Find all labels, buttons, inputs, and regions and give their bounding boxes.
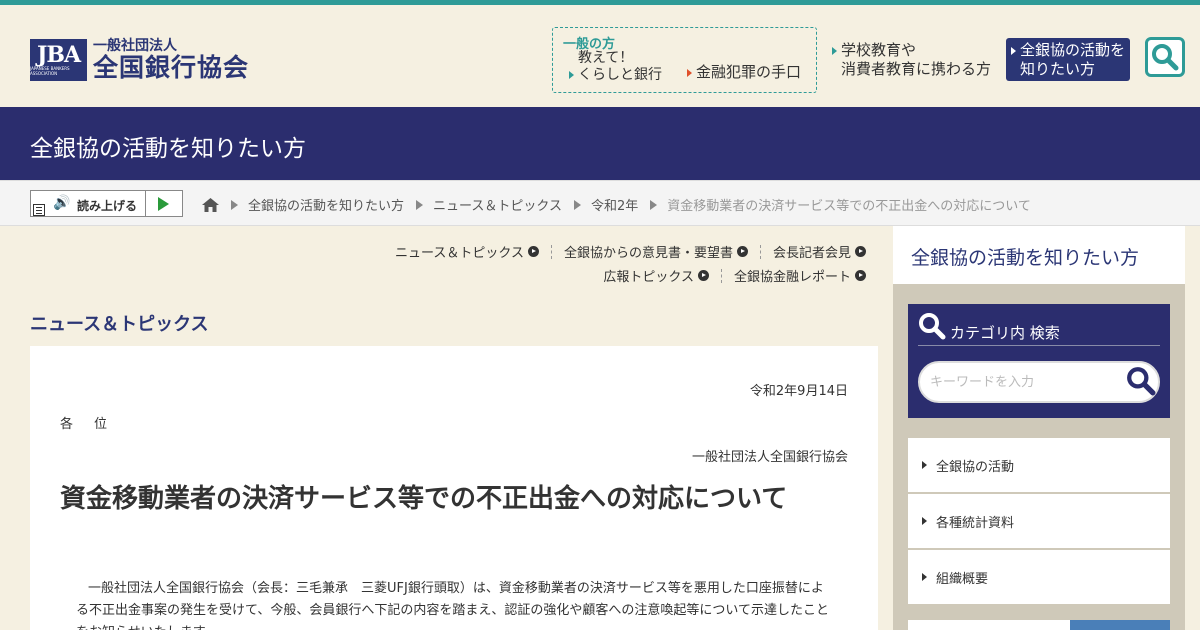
logo-abbr: JBA xyxy=(36,42,81,68)
arrow-circle-icon xyxy=(855,246,866,257)
readspeaker-label: 読み上げる xyxy=(77,199,138,213)
logo-mark: JBA JAPANESE BANKERS ASSOCIATION xyxy=(30,39,87,81)
logo-main: 全国銀行協会 xyxy=(93,53,250,82)
breadcrumb-current: 資金移動業者の決済サービス等での不正出金への対応について xyxy=(667,199,1031,214)
sidebar-banner[interactable] xyxy=(908,620,1170,630)
activity-line1: 全銀協の活動を xyxy=(1020,41,1126,59)
school-line1: 学校教育や xyxy=(841,41,917,59)
fraud-methods-label: 金融犯罪の手口 xyxy=(696,63,802,81)
article-body: 一般社団法人全国銀行協会（会長：三毛兼承 三菱UFJ銀行頭取）は、資金移動業者の… xyxy=(76,581,829,630)
article-date: 令和2年9月14日 xyxy=(749,384,848,399)
triangle-icon xyxy=(569,71,574,79)
triangle-icon xyxy=(922,517,927,525)
sidebar-header: 全銀協の活動を知りたい方 xyxy=(893,226,1185,284)
general-visitor-box: 一般の方 教えて！ くらしと銀行 金融犯罪の手口 xyxy=(552,27,817,93)
arrow-circle-icon xyxy=(527,246,539,257)
section-title: ニュース＆トピックス xyxy=(30,314,209,335)
readspeaker-divider xyxy=(145,191,146,216)
subnav-report-link[interactable]: 全銀協金融レポート xyxy=(734,266,866,285)
subnav-divider xyxy=(720,268,722,283)
subnav-label: 会長記者会見 xyxy=(772,246,851,261)
breadcrumb-item[interactable]: 令和2年 xyxy=(591,195,638,214)
triangle-icon xyxy=(832,46,837,55)
breadcrumb-separator-icon xyxy=(416,199,424,210)
subnav-label: ニュース＆トピックス xyxy=(395,246,524,261)
breadcrumb-bar: 🔊 読み上げる 全銀協の活動を知りたい方 ニュース＆トピックス 令和2年 資金移… xyxy=(0,180,1200,226)
sidebar-item-statistics[interactable]: 各種統計資料 xyxy=(908,494,1170,548)
subnav-label: 広報トピックス xyxy=(603,270,694,285)
jba-logo[interactable]: JBA JAPANESE BANKERS ASSOCIATION 一般社団法人 … xyxy=(30,38,249,82)
subnav-pr-topics-link[interactable]: 広報トピックス xyxy=(603,266,709,285)
breadcrumb-separator-icon xyxy=(573,199,581,210)
logo-text: 一般社団法人 全国銀行協会 xyxy=(93,38,249,82)
logo-sub: 一般社団法人 xyxy=(93,38,177,54)
article-title: 資金移動業者の決済サービス等での不正出金への対応について xyxy=(60,484,788,514)
subnav-label: 全銀協からの意見書・要望書 xyxy=(563,246,733,261)
speaker-icon: 🔊 xyxy=(53,195,71,211)
breadcrumb-separator-icon xyxy=(231,199,238,210)
home-icon[interactable] xyxy=(202,197,219,212)
triangle-icon xyxy=(1011,46,1016,55)
sidebar: 全銀協の活動を知りたい方 カテゴリ内 検索 全銀協の活動 各種統計資料 組織概要 xyxy=(893,226,1185,630)
subnav-news-link[interactable]: ニュース＆トピックス xyxy=(395,242,539,261)
sidebar-item-label: 組織概要 xyxy=(936,571,989,587)
subnav-row-1: ニュース＆トピックス 全銀協からの意見書・要望書 会長記者会見 xyxy=(395,242,866,261)
play-icon[interactable] xyxy=(158,197,169,211)
kurashi-line1: 教えて！ xyxy=(578,50,634,66)
arrow-circle-icon xyxy=(697,270,709,281)
kurashi-line2: くらしと銀行 xyxy=(578,67,662,83)
triangle-icon xyxy=(922,461,927,469)
site-header: JBA JAPANESE BANKERS ASSOCIATION 一般社団法人 … xyxy=(0,5,1200,107)
article-org: 一般社団法人全国銀行協会 xyxy=(691,450,848,465)
category-search-box: カテゴリ内 検索 xyxy=(908,304,1170,418)
sidebar-title: 全銀協の活動を知りたい方 xyxy=(911,247,1140,269)
triangle-icon xyxy=(922,573,927,581)
page-title: 全銀協の活動を知りたい方 xyxy=(30,136,306,162)
category-search-input[interactable] xyxy=(918,361,1160,403)
subnav-divider xyxy=(759,244,761,259)
search-icon xyxy=(919,313,946,340)
subnav-press-link[interactable]: 会長記者会見 xyxy=(773,242,866,261)
breadcrumb: 全銀協の活動を知りたい方 ニュース＆トピックス 令和2年 資金移動業者の決済サー… xyxy=(202,195,1043,214)
search-submit-icon[interactable] xyxy=(1126,366,1156,396)
breadcrumb-item[interactable]: 全銀協の活動を知りたい方 xyxy=(248,195,404,214)
subnav-divider xyxy=(550,244,552,259)
category-search-title: カテゴリ内 検索 xyxy=(950,324,1060,342)
school-line2: 消費者教育に携わる方 xyxy=(841,60,992,78)
activity-line2: 知りたい方 xyxy=(1020,60,1096,78)
sidebar-item-activities[interactable]: 全銀協の活動 xyxy=(908,438,1170,492)
breadcrumb-item[interactable]: ニュース＆トピックス xyxy=(433,195,562,214)
logo-small-text: JAPANESE BANKERS ASSOCIATION xyxy=(30,66,70,76)
banner-image xyxy=(1070,620,1170,630)
arrow-circle-icon xyxy=(855,270,866,281)
activity-button[interactable]: 全銀協の活動を 知りたい方 xyxy=(1006,38,1130,81)
category-search-divider xyxy=(918,345,1160,346)
sidebar-item-organization[interactable]: 組織概要 xyxy=(908,550,1170,604)
subnav-label: 全銀協金融レポート xyxy=(733,270,851,285)
subnav-opinions-link[interactable]: 全銀協からの意見書・要望書 xyxy=(564,242,748,261)
sidebar-item-label: 全銀協の活動 xyxy=(936,459,1015,475)
article-card: 令和2年9月14日 各 位 一般社団法人全国銀行協会 資金移動業者の決済サービス… xyxy=(30,346,878,630)
article-addressee: 各 位 xyxy=(60,417,112,432)
sidebar-menu: 全銀協の活動 各種統計資料 組織概要 xyxy=(908,438,1170,606)
triangle-icon xyxy=(687,68,692,77)
arrow-circle-icon xyxy=(736,246,748,257)
breadcrumb-separator-icon xyxy=(650,199,658,210)
subnav-row-2: 広報トピックス 全銀協金融レポート xyxy=(603,266,866,285)
header-search-button[interactable] xyxy=(1145,37,1185,77)
fraud-methods-link[interactable]: 金融犯罪の手口 xyxy=(687,61,801,82)
menu-icon[interactable] xyxy=(33,204,45,216)
page-banner: 全銀協の活動を知りたい方 xyxy=(0,107,1200,180)
school-education-link[interactable]: 学校教育や 消費者教育に携わる方 xyxy=(832,41,991,79)
sidebar-item-label: 各種統計資料 xyxy=(936,515,1015,531)
readspeaker-button[interactable]: 🔊 読み上げる xyxy=(30,190,183,217)
search-icon xyxy=(1152,44,1179,71)
kurashi-link[interactable]: 教えて！ くらしと銀行 xyxy=(569,50,662,84)
